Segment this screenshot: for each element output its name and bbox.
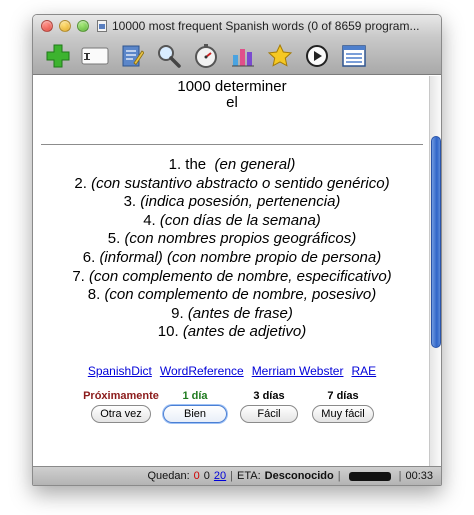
star-icon[interactable] <box>265 41 295 71</box>
meanings-list: 1. the (en general) 2. (con sustantivo a… <box>33 156 431 342</box>
word-term: el <box>226 94 238 111</box>
interval-label: 3 días <box>253 389 285 402</box>
timer-icon[interactable] <box>191 41 221 71</box>
list-icon[interactable] <box>339 41 369 71</box>
separator: | <box>337 470 341 482</box>
interval-label: 7 días <box>327 389 359 402</box>
add-icon[interactable] <box>43 41 73 71</box>
stats-icon[interactable] <box>228 41 258 71</box>
close-button[interactable] <box>41 20 53 32</box>
link-merriam-webster[interactable]: Merriam Webster <box>252 364 344 378</box>
meaning-item: 6. (informal) (con nombre propio de pers… <box>82 248 382 266</box>
card-content: 1000 determiner el 1. the (en general) 2… <box>33 76 431 468</box>
answer-again: Próximamente Otra vez <box>83 390 159 423</box>
meaning-item: 3. (indica posesión, pertenencia) <box>123 193 341 211</box>
dictionary-links: SpanishDict WordReference Merriam Webste… <box>33 364 431 378</box>
very-easy-button[interactable]: Muy fácil <box>312 404 374 423</box>
toolbar <box>33 37 441 75</box>
meaning-item: 8. (con complemento de nombre, posesivo) <box>87 286 377 304</box>
link-rae[interactable]: RAE <box>351 364 376 378</box>
separator: | <box>230 470 234 482</box>
window-title: 10000 most frequent Spanish words (0 of … <box>111 19 420 33</box>
interval-label: 1 día <box>182 389 208 402</box>
play-icon[interactable] <box>302 41 332 71</box>
vertical-scrollbar[interactable] <box>429 76 441 468</box>
document-icon <box>97 20 107 32</box>
search-icon[interactable] <box>154 41 184 71</box>
zoom-button[interactable] <box>77 20 89 32</box>
meaning-item: 7. (con complemento de nombre, especific… <box>72 267 392 285</box>
progress-bar <box>348 471 391 481</box>
status-bar: Quedan: 0 0 20 | ETA: Desconocido | | 00… <box>33 466 441 485</box>
answer-easy: 3 días Fácil <box>237 390 301 423</box>
easy-button[interactable]: Fácil <box>240 404 298 423</box>
remaining-failed-count: 0 <box>193 470 200 482</box>
answer-very-easy: 7 días Muy fácil <box>311 390 375 423</box>
meaning-item: 4. (con días de la semana) <box>143 211 321 229</box>
divider <box>41 144 423 145</box>
remaining-review-count: 0 <box>203 470 210 482</box>
meaning-item: 9. (antes de frase) <box>171 304 293 322</box>
title-bar: 10000 most frequent Spanish words (0 of … <box>33 15 441 37</box>
answer-good: 1 día Bien <box>162 389 228 423</box>
remaining-new-count[interactable]: 20 <box>214 470 226 482</box>
edit-icon[interactable] <box>117 41 147 71</box>
interval-label: Próximamente <box>83 389 159 402</box>
separator: | <box>398 470 402 482</box>
link-spanishdict[interactable]: SpanishDict <box>88 364 152 378</box>
remaining-label: Quedan: <box>147 470 190 482</box>
minimize-button[interactable] <box>59 20 71 32</box>
meaning-item: 1. the (en general) <box>168 156 296 173</box>
answer-buttons: Próximamente Otra vez 1 día Bien 3 días … <box>33 390 431 423</box>
again-button[interactable]: Otra vez <box>91 404 151 423</box>
meaning-item: 5. (con nombres propios geográficos) <box>107 230 357 248</box>
card-question: 1000 determiner el <box>33 79 431 111</box>
session-timer: 00:33 <box>405 470 433 482</box>
window-controls <box>41 20 89 32</box>
card-icon[interactable] <box>80 41 110 71</box>
scroll-thumb[interactable] <box>431 136 441 348</box>
eta-value: Desconocido <box>264 470 334 482</box>
eta-label: ETA: <box>237 470 261 482</box>
link-wordreference[interactable]: WordReference <box>160 364 244 378</box>
word-rank: 1000 determiner <box>177 78 287 95</box>
meaning-item: 2. (con sustantivo abstracto o sentido g… <box>74 174 390 192</box>
app-window: 10000 most frequent Spanish words (0 of … <box>32 14 442 486</box>
meaning-item: 10. (antes de adjetivo) <box>157 323 307 341</box>
good-button[interactable]: Bien <box>162 404 228 423</box>
